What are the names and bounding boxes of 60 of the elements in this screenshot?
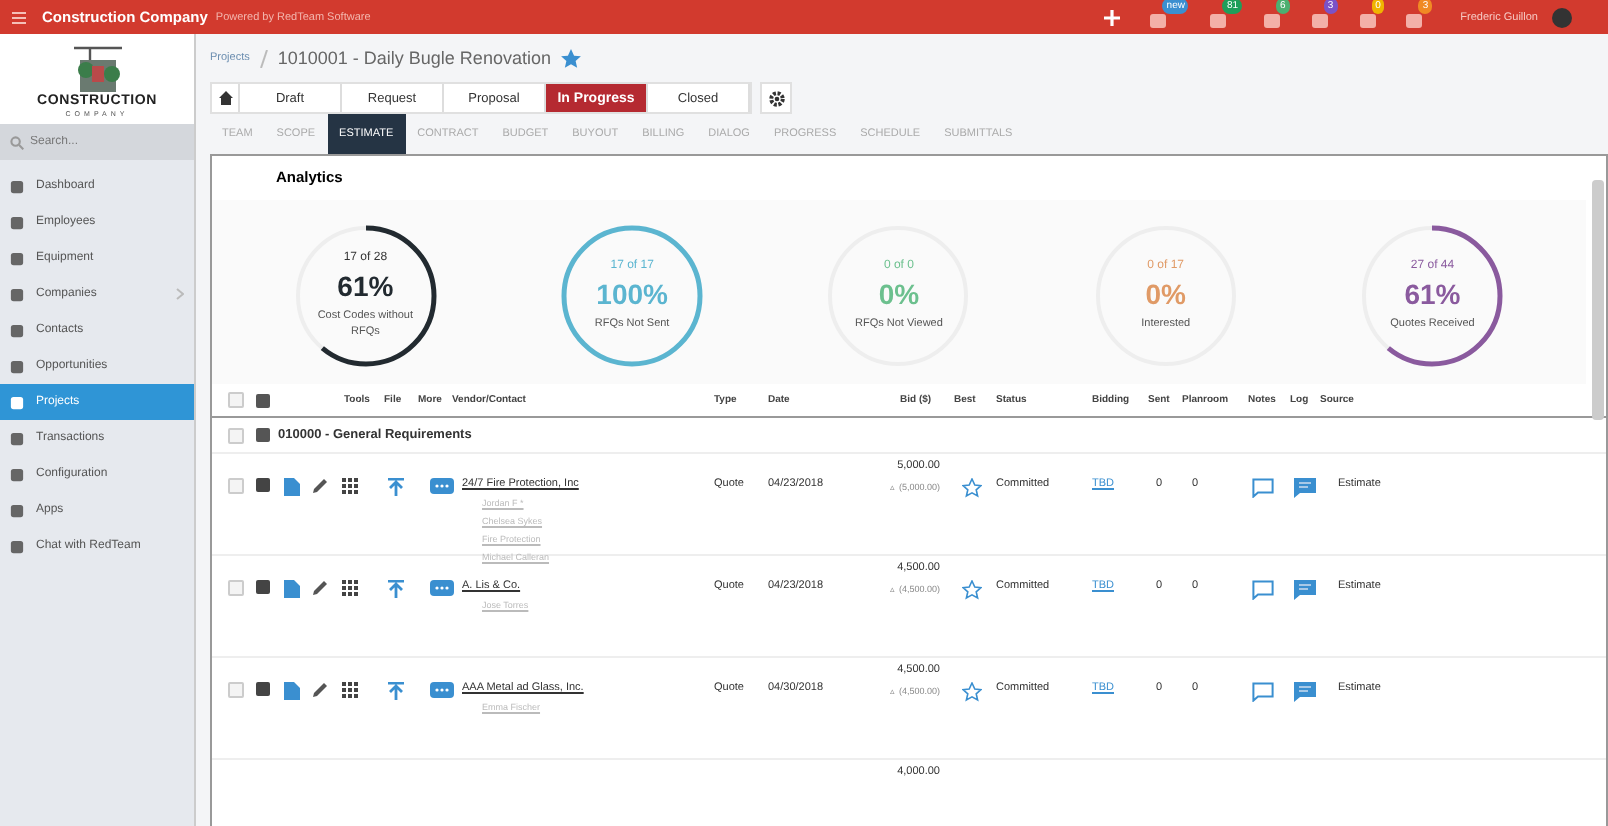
comment-icon[interactable] [1252, 478, 1274, 498]
comment-icon[interactable] [1294, 580, 1316, 600]
grid-icon[interactable] [342, 682, 358, 698]
square-icon [10, 179, 24, 193]
square-icon [10, 539, 24, 553]
square-icon [10, 395, 24, 409]
project-title: 1010001 - Daily Bugle Renovation [277, 48, 551, 68]
gauge-percent: 100% [596, 278, 668, 310]
expand-icon[interactable] [256, 682, 270, 696]
star-icon[interactable] [962, 580, 982, 600]
checkbox[interactable] [228, 392, 244, 408]
grid-icon[interactable] [342, 478, 358, 494]
checkbox[interactable] [228, 478, 244, 494]
square-icon [10, 251, 24, 265]
square-icon [10, 467, 24, 481]
pencil-icon[interactable] [312, 682, 328, 698]
gauge-percent: 61% [1404, 278, 1461, 310]
grid-icon[interactable] [342, 580, 358, 596]
checkbox[interactable] [228, 427, 244, 443]
gauge-percent: 61% [337, 270, 394, 302]
star-icon[interactable] [560, 47, 583, 69]
square-icon [10, 431, 24, 445]
expand-icon[interactable] [256, 580, 270, 594]
scrollbar[interactable] [1592, 180, 1604, 420]
gauge-percent: 0% [878, 278, 920, 310]
pencil-icon[interactable] [312, 478, 328, 494]
star-icon[interactable] [962, 478, 982, 498]
slash-separator-icon [259, 49, 268, 67]
file-icon[interactable] [284, 682, 300, 700]
square-icon [10, 503, 24, 517]
more-icon[interactable] [430, 682, 454, 698]
avatar[interactable] [1552, 7, 1572, 27]
square-icon [10, 215, 24, 229]
file-icon[interactable] [284, 478, 300, 496]
square-icon [10, 287, 24, 301]
gauge-percent: 0% [1145, 278, 1186, 310]
star-icon[interactable] [962, 682, 982, 702]
comment-icon[interactable] [1252, 580, 1274, 600]
pencil-icon[interactable] [312, 580, 328, 596]
comment-icon[interactable] [1252, 682, 1274, 702]
more-icon[interactable] [430, 478, 454, 494]
plus-icon[interactable] [1104, 9, 1121, 25]
search-icon [10, 136, 24, 150]
expand-icon[interactable] [256, 478, 270, 492]
file-icon[interactable] [284, 580, 300, 598]
settings-icon [767, 89, 785, 107]
square-icon [10, 323, 24, 337]
comment-icon[interactable] [1294, 682, 1316, 702]
collapse-icon[interactable] [256, 393, 270, 407]
upload-icon[interactable] [388, 682, 404, 700]
more-icon[interactable] [430, 580, 454, 596]
settings-button[interactable] [760, 82, 792, 114]
checkbox[interactable] [228, 682, 244, 698]
house-icon [217, 90, 233, 106]
upload-icon[interactable] [388, 478, 404, 496]
comment-icon[interactable] [1294, 478, 1316, 498]
upload-icon[interactable] [388, 580, 404, 598]
menu-icon[interactable] [12, 11, 26, 23]
square-icon [10, 359, 24, 373]
checkbox[interactable] [228, 580, 244, 596]
